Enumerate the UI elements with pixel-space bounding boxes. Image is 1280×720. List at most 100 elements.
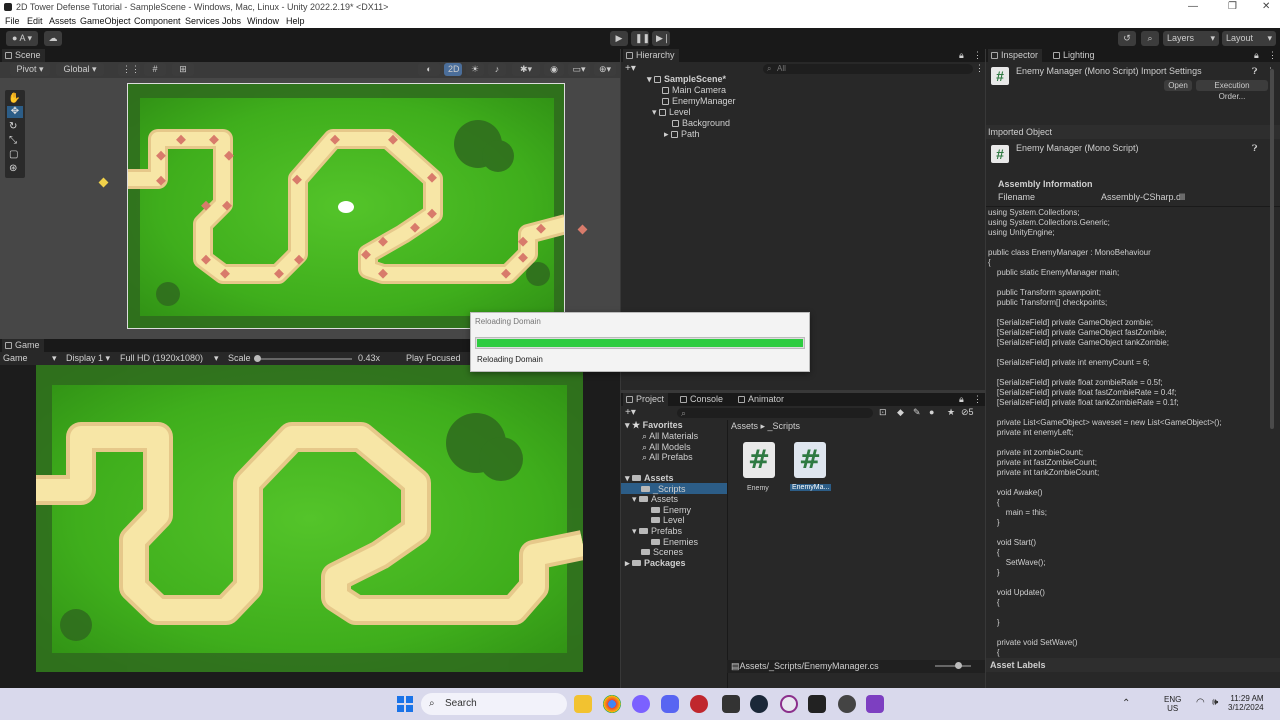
hierarchy-item-background[interactable]: Background (672, 118, 730, 128)
transform-tool-icon[interactable]: ⊛ (9, 163, 17, 174)
more-icon[interactable]: ⋮ (973, 394, 982, 405)
audio-icon[interactable]: ♪ (488, 63, 506, 76)
global-dropdown[interactable]: Global ▾ (56, 63, 104, 76)
search-by-type-icon[interactable]: ⊡ (879, 407, 887, 418)
script-file-icon[interactable]: # (743, 442, 775, 478)
file-explorer-icon[interactable] (574, 695, 592, 713)
app-icon[interactable] (690, 695, 708, 713)
tab-hierarchy[interactable]: Hierarchy (623, 49, 679, 62)
inspector-scrollbar[interactable] (1270, 69, 1274, 429)
tree-item-enemies[interactable]: Enemies (651, 537, 698, 547)
pause-button[interactable]: ❚❚ (631, 31, 650, 46)
more-icon[interactable]: ⋮ (1268, 50, 1277, 61)
favorites-header[interactable]: ▾ ★ Favorites (625, 420, 683, 431)
menu-component[interactable]: Component (134, 16, 181, 26)
draw-mode-icon[interactable]: ◐ (418, 63, 440, 76)
menu-file[interactable]: File (5, 16, 20, 26)
help-icon[interactable]: ❓︎ (1252, 143, 1257, 154)
scene-view-map[interactable] (127, 83, 565, 329)
lock-icon[interactable]: 🔒︎ (959, 50, 964, 61)
hierarchy-item-samplescene[interactable]: ▾ SampleScene* (647, 74, 726, 85)
tab-console[interactable]: Console (677, 393, 727, 406)
layers-dropdown[interactable]: Layers ▾ (1163, 31, 1219, 46)
tab-inspector[interactable]: Inspector (988, 49, 1043, 62)
add-icon[interactable]: +▾ (625, 63, 636, 74)
lock-icon[interactable]: 🔒︎ (959, 394, 964, 405)
endpoint-gizmo[interactable] (577, 224, 588, 235)
pivot-dropdown[interactable]: Pivot ▾ (10, 63, 50, 76)
windows-start-icon[interactable] (397, 696, 413, 712)
history-icon[interactable]: ↺ (1118, 31, 1136, 46)
hierarchy-item-path[interactable]: ▸ Path (664, 129, 700, 140)
move-tool-icon[interactable]: ✥ (7, 106, 23, 118)
packages-root[interactable]: ▸ Packages (625, 558, 686, 569)
hand-tool-icon[interactable]: ✋ (8, 93, 20, 104)
wifi-icon[interactable]: ◠ (1196, 697, 1205, 708)
icon-size-slider[interactable] (935, 662, 971, 669)
hidden-icon[interactable]: ◉ (544, 63, 564, 76)
lock-icon[interactable]: 🔒︎ (1254, 50, 1259, 61)
help-icon[interactable]: ❓︎ (1252, 66, 1257, 77)
tree-item-scenes[interactable]: Scenes (641, 547, 683, 557)
unity-hub-icon[interactable] (808, 695, 826, 713)
menu-gameobject[interactable]: GameObject (80, 16, 131, 26)
tab-animator[interactable]: Animator (735, 393, 788, 406)
more-icon[interactable]: ⋮ (975, 63, 984, 74)
tab-scene[interactable]: Scene (2, 49, 45, 62)
messenger-icon[interactable] (632, 695, 650, 713)
hierarchy-search-input[interactable]: ⌕ All (763, 64, 973, 74)
minimize-button[interactable]: — (1188, 1, 1198, 12)
game-view-map[interactable] (36, 365, 583, 672)
layout-dropdown[interactable]: Layout ▾ (1222, 31, 1276, 46)
language-indicator[interactable]: ENG US (1164, 695, 1181, 713)
display-dropdown[interactable]: Display 1 ▾ (66, 353, 110, 364)
grid-snap-icon[interactable]: # (144, 63, 166, 76)
breadcrumb-assets[interactable]: Assets (731, 421, 758, 431)
effects-icon[interactable]: ✱▾ (512, 63, 540, 76)
project-search-input[interactable]: ⌕ (677, 408, 873, 418)
play-button[interactable]: ▶ (610, 31, 628, 46)
filter-icon[interactable]: ✎ (913, 407, 921, 418)
lighting-icon[interactable]: ☀ (466, 63, 484, 76)
favorite-item[interactable]: ⌕ All Prefabs (642, 452, 693, 463)
volume-icon[interactable]: 🕪︎ (1212, 697, 1218, 708)
menu-edit[interactable]: Edit (27, 16, 43, 26)
scale-slider-handle[interactable] (254, 355, 261, 362)
icon-size-handle[interactable] (955, 662, 962, 669)
snap-icon[interactable]: ⋮⋮ (118, 63, 140, 76)
script-file-icon[interactable]: # (794, 442, 826, 478)
execution-order-button[interactable]: Execution Order... (1196, 80, 1268, 101)
steam-icon[interactable] (750, 695, 768, 713)
more-icon[interactable]: ⋮ (973, 50, 982, 61)
discord-icon[interactable] (661, 695, 679, 713)
game-mode-dropdown[interactable]: Game (3, 353, 28, 363)
tab-project[interactable]: Project (623, 393, 669, 406)
scale-slider[interactable] (254, 355, 352, 362)
chevron-up-icon[interactable]: ⌃ (1122, 698, 1130, 709)
breadcrumb-scripts[interactable]: _Scripts (768, 421, 801, 431)
close-button[interactable]: ✕ (1262, 1, 1270, 12)
tree-item-scripts[interactable]: _Scripts (641, 484, 686, 494)
clock[interactable]: 11:29 AM 3/12/2024 (1228, 694, 1264, 712)
tree-item-level[interactable]: Level (651, 515, 685, 525)
gizmos-icon[interactable]: ⊕▾ (594, 63, 616, 76)
add-icon[interactable]: +▾ (625, 407, 636, 418)
menu-help[interactable]: Help (286, 16, 305, 26)
open-button[interactable]: Open (1164, 80, 1192, 91)
unity-icon[interactable] (838, 695, 856, 713)
step-button[interactable]: ▶❘ (652, 31, 670, 46)
tree-item-prefabs[interactable]: ▾ Prefabs (632, 526, 682, 537)
menu-assets[interactable]: Assets (49, 16, 76, 26)
app-icon[interactable] (780, 695, 798, 713)
favorite-item[interactable]: ⌕ All Materials (642, 431, 698, 442)
cloud-icon[interactable]: ☁ (44, 31, 62, 46)
rotate-tool-icon[interactable]: ↻ (9, 121, 17, 132)
asset-labels-label[interactable]: Asset Labels (990, 660, 1046, 670)
chrome-icon[interactable] (603, 695, 621, 713)
camera-icon[interactable]: ▭▾ (568, 63, 590, 76)
hierarchy-item-level[interactable]: ▾ Level (652, 107, 691, 118)
menu-jobs[interactable]: Jobs (222, 16, 241, 26)
search-icon[interactable]: ⌕ (1141, 31, 1159, 46)
epic-games-icon[interactable] (722, 695, 740, 713)
maximize-button[interactable]: ❐ (1228, 1, 1237, 12)
